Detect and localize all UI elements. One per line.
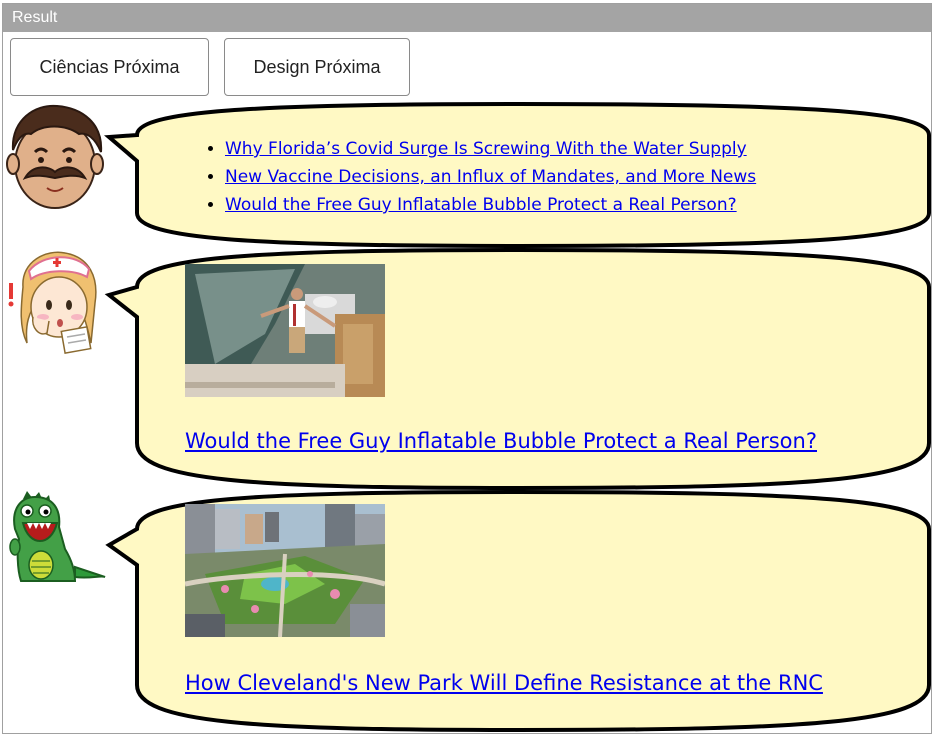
- article-link[interactable]: How Cleveland's New Park Will Define Res…: [185, 671, 823, 695]
- cleveland-park-photo[interactable]: [184, 504, 386, 641]
- free-guy-bubble-photo[interactable]: [185, 264, 385, 401]
- nurse-girl-icon: [3, 247, 107, 361]
- result-frame: Result Ciências Próxima Design Próxima W…: [2, 3, 932, 734]
- window-title: Result: [3, 4, 931, 32]
- green-dinosaur-icon: [5, 489, 109, 593]
- list-item: New Vaccine Decisions, an Influx of Mand…: [225, 163, 756, 191]
- article-link[interactable]: New Vaccine Decisions, an Influx of Mand…: [225, 167, 756, 187]
- mustache-man-icon: [5, 102, 107, 216]
- message-1-content: Why Florida’s Covid Surge Is Screwing Wi…: [205, 135, 756, 219]
- ciencias-proxima-button[interactable]: Ciências Próxima: [10, 38, 209, 96]
- article-link[interactable]: Would the Free Guy Inflatable Bubble Pro…: [185, 429, 817, 453]
- article-link[interactable]: Would the Free Guy Inflatable Bubble Pro…: [225, 195, 737, 215]
- list-item: Why Florida’s Covid Surge Is Screwing Wi…: [225, 135, 756, 163]
- article-link[interactable]: Why Florida’s Covid Surge Is Screwing Wi…: [225, 139, 747, 159]
- list-item: Would the Free Guy Inflatable Bubble Pro…: [225, 191, 756, 219]
- article-link-list: Why Florida’s Covid Surge Is Screwing Wi…: [205, 135, 756, 219]
- design-proxima-button[interactable]: Design Próxima: [224, 38, 410, 96]
